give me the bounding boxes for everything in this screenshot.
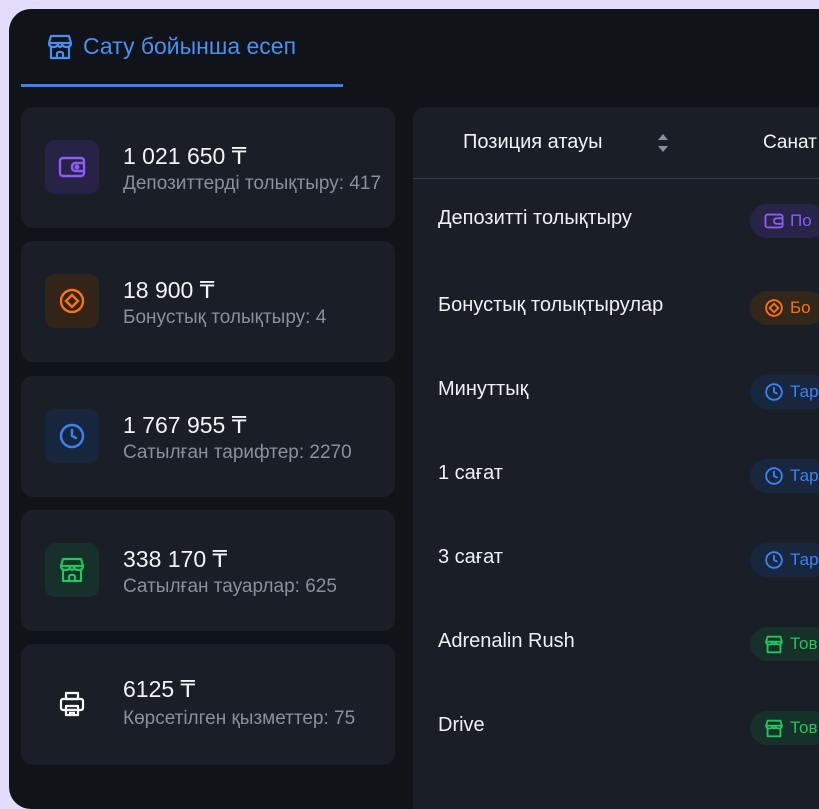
stat-amount: 1 767 955 ₸ bbox=[123, 412, 247, 438]
stat-label: Бонустық толықтыру: 4 bbox=[123, 307, 327, 328]
category-badge: Тар bbox=[750, 459, 819, 493]
clock-icon bbox=[45, 409, 99, 463]
wallet-icon bbox=[764, 213, 784, 229]
category-badge: Тов bbox=[750, 627, 819, 661]
store-icon bbox=[45, 543, 99, 597]
table-row[interactable]: 1 сағат Тар bbox=[413, 459, 819, 546]
store-icon bbox=[765, 635, 783, 653]
position-name: 1 сағат bbox=[438, 462, 503, 484]
stat-card-services: 6125 ₸ Көрсетілген қызметтер: 75 bbox=[21, 644, 395, 765]
diamond-icon bbox=[765, 299, 783, 317]
table-header: Позиция атауы Санат bbox=[413, 107, 819, 179]
stat-label: Сатылған тауарлар: 625 bbox=[123, 576, 337, 597]
stat-card-tariffs: 1 767 955 ₸ Сатылған тарифтер: 2270 bbox=[21, 376, 395, 497]
table-row[interactable]: Adrenalin Rush Тов bbox=[413, 627, 819, 714]
category-label: Бо bbox=[790, 298, 811, 317]
stat-label: Депозиттерді толықтыру: 417 bbox=[123, 173, 382, 194]
stat-card-deposits: 1 021 650 ₸ Депозиттерді толықтыру: 417 bbox=[21, 107, 395, 228]
clock-icon bbox=[765, 551, 783, 569]
position-name: Минуттық bbox=[438, 378, 529, 400]
sort-icon[interactable] bbox=[656, 132, 670, 159]
table-row[interactable]: Депозитті толықтыру По bbox=[413, 204, 819, 291]
store-icon bbox=[46, 34, 74, 60]
column-header-category[interactable]: Санат bbox=[763, 132, 817, 154]
stat-label: Сатылған тарифтер: 2270 bbox=[123, 442, 352, 463]
stat-amount: 6125 ₸ bbox=[123, 676, 196, 702]
position-name: 3 сағат bbox=[438, 546, 503, 568]
category-badge: По bbox=[750, 204, 819, 238]
category-badge: Бо bbox=[750, 291, 819, 325]
stat-amount: 18 900 ₸ bbox=[123, 277, 215, 303]
position-name: Drive bbox=[438, 714, 485, 736]
diamond-icon bbox=[45, 274, 99, 328]
category-badge: Тар bbox=[750, 375, 819, 409]
clock-icon bbox=[765, 383, 783, 401]
category-label: Тар bbox=[790, 382, 819, 401]
printer-icon bbox=[45, 677, 99, 731]
category-label: По bbox=[790, 211, 812, 230]
wallet-icon bbox=[45, 140, 99, 194]
table-row[interactable]: Drive Тов bbox=[413, 711, 819, 798]
position-name: Депозитті толықтыру bbox=[438, 207, 632, 229]
tab-sales-report[interactable]: Сату бойынша есеп bbox=[21, 9, 343, 87]
table-row[interactable]: Бонустық толықтырулар Бо bbox=[413, 291, 819, 378]
report-window: Сату бойынша есеп 1 021 650 ₸ Депозиттер… bbox=[9, 9, 819, 809]
stat-card-bonus: 18 900 ₸ Бонустық толықтыру: 4 bbox=[21, 241, 395, 362]
category-badge: Тов bbox=[750, 711, 819, 745]
column-header-name[interactable]: Позиция атауы bbox=[463, 131, 603, 154]
category-label: Тар bbox=[790, 466, 819, 485]
store-icon bbox=[765, 719, 783, 737]
table-row[interactable]: 3 сағат Тар bbox=[413, 543, 819, 630]
positions-table: Позиция атауы Санат Депозитті толықтыру … bbox=[413, 107, 819, 809]
position-name: Adrenalin Rush bbox=[438, 630, 575, 652]
category-label: Тов bbox=[790, 634, 818, 653]
category-label: Тов bbox=[790, 718, 818, 737]
stat-label: Көрсетілген қызметтер: 75 bbox=[123, 708, 356, 729]
clock-icon bbox=[765, 467, 783, 485]
stat-card-goods: 338 170 ₸ Сатылған тауарлар: 625 bbox=[21, 510, 395, 631]
category-badge: Тар bbox=[750, 543, 819, 577]
position-name: Бонустық толықтырулар bbox=[438, 294, 664, 316]
stat-amount: 338 170 ₸ bbox=[123, 546, 228, 572]
tab-label: Сату бойынша есеп bbox=[83, 33, 297, 59]
table-row[interactable]: Минуттық Тар bbox=[413, 375, 819, 462]
category-label: Тар bbox=[790, 550, 819, 569]
stat-amount: 1 021 650 ₸ bbox=[123, 143, 247, 169]
